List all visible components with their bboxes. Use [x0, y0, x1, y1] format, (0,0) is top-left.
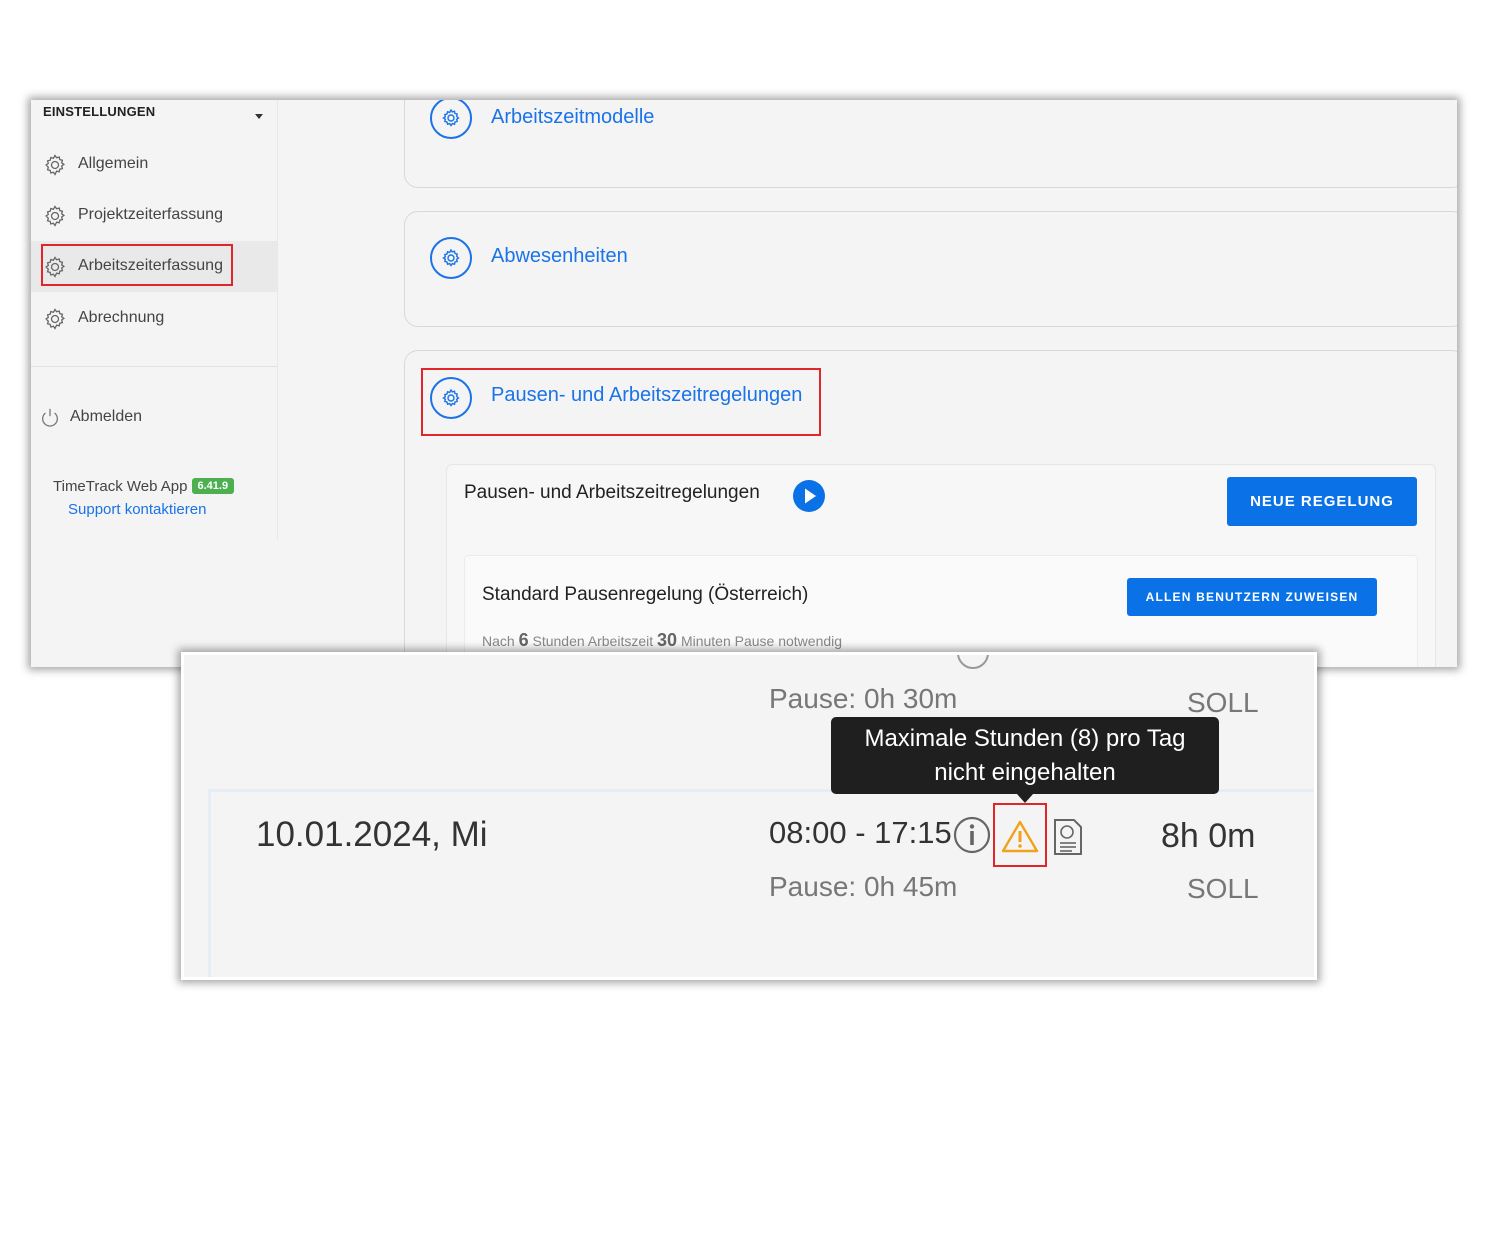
sidebar-item-label: Allgemein: [78, 155, 149, 172]
sidebar-item-projektzeiterfassung[interactable]: Projektzeiterfassung: [31, 190, 277, 241]
app-name: TimeTrack Web App: [53, 478, 188, 495]
rule-description: Nach 6 Stunden Arbeitszeit 30 Minuten Pa…: [482, 630, 842, 651]
row-soll-label: SOLL: [1187, 873, 1259, 904]
rule-minutes: 30: [657, 630, 678, 650]
highlight-arbeitszeiterfassung: [41, 244, 233, 286]
sidebar-header-label: EINSTELLUNGEN: [43, 104, 156, 119]
card-arbeitszeitmodelle[interactable]: Arbeitszeitmodelle: [404, 100, 1457, 188]
highlight-pausenregelungen: [421, 368, 821, 436]
sidebar-item-abrechnung[interactable]: Abrechnung: [31, 293, 277, 344]
sidebar-item-label: Projektzeiterfassung: [78, 206, 223, 223]
gear-icon: [430, 237, 472, 279]
caret-down-icon: [255, 114, 263, 119]
row-time-range: 08:00 - 17:15: [769, 815, 952, 850]
settings-sidebar: EINSTELLUNGEN Allgemein Projektzeiterfas…: [31, 100, 278, 540]
power-icon: [42, 408, 58, 427]
sidebar-header[interactable]: EINSTELLUNGEN: [43, 104, 265, 126]
rule-hours: 6: [518, 630, 529, 650]
gear-icon: [45, 205, 66, 227]
gear-icon: [45, 154, 66, 176]
gear-icon: [430, 100, 472, 139]
sidebar-divider: [31, 366, 277, 367]
previous-soll-label: SOLL: [1187, 687, 1259, 718]
card-abwesenheiten[interactable]: Abwesenheiten: [404, 211, 1457, 327]
logout-label: Abmelden: [70, 408, 143, 425]
sidebar-item-allgemein[interactable]: Allgemein: [31, 139, 277, 190]
info-icon-partial: [957, 655, 989, 669]
rule-desc-prefix: Nach: [482, 633, 515, 649]
row-pause: Pause: 0h 45m: [769, 871, 958, 902]
row-hours: 8h 0m: [1161, 817, 1256, 855]
rule-item: Standard Pausenregelung (Österreich) ALL…: [464, 555, 1418, 667]
card-title: Abwesenheiten: [491, 245, 628, 267]
document-icon[interactable]: [1052, 818, 1084, 856]
rules-panel-title: Pausen- und Arbeitszeitregelungen: [464, 482, 760, 503]
rule-desc-suffix: Minuten Pause notwendig: [680, 633, 843, 649]
sidebar-item-label: Abrechnung: [78, 309, 165, 326]
gear-icon: [45, 308, 66, 330]
new-rule-button[interactable]: NEUE REGELUNG: [1227, 477, 1417, 526]
app-info: TimeTrack Web App 6.41.9: [53, 478, 235, 495]
highlight-warning: [993, 803, 1047, 867]
row-date: 10.01.2024, Mi: [256, 815, 488, 854]
previous-pause: Pause: 0h 30m: [769, 683, 958, 714]
info-icon[interactable]: [952, 815, 992, 855]
play-video-icon[interactable]: [792, 479, 826, 513]
tooltip-line-1: Maximale Stunden (8) pro Tag: [864, 725, 1186, 752]
card-title: Arbeitszeitmodelle: [491, 106, 655, 128]
tooltip-line-2: nicht eingehalten: [934, 759, 1116, 786]
tooltip-arrow: [1017, 794, 1033, 803]
assign-all-users-button[interactable]: ALLEN BENUTZERN ZUWEISEN: [1127, 578, 1377, 616]
rule-title: Standard Pausenregelung (Österreich): [482, 584, 809, 605]
settings-screenshot: EINSTELLUNGEN Allgemein Projektzeiterfas…: [31, 100, 1457, 667]
support-link[interactable]: Support kontaktieren: [68, 501, 206, 518]
warning-tooltip: Maximale Stunden (8) pro Tag nicht einge…: [831, 717, 1219, 803]
rule-desc-mid: Stunden Arbeitszeit: [532, 633, 654, 649]
timesheet-screenshot: Pause: 0h 30m SOLL 10.01.2024, Mi 08:00 …: [181, 652, 1317, 980]
version-badge: 6.41.9: [191, 478, 235, 494]
rules-panel: Pausen- und Arbeitszeitregelungen NEUE R…: [446, 464, 1436, 667]
